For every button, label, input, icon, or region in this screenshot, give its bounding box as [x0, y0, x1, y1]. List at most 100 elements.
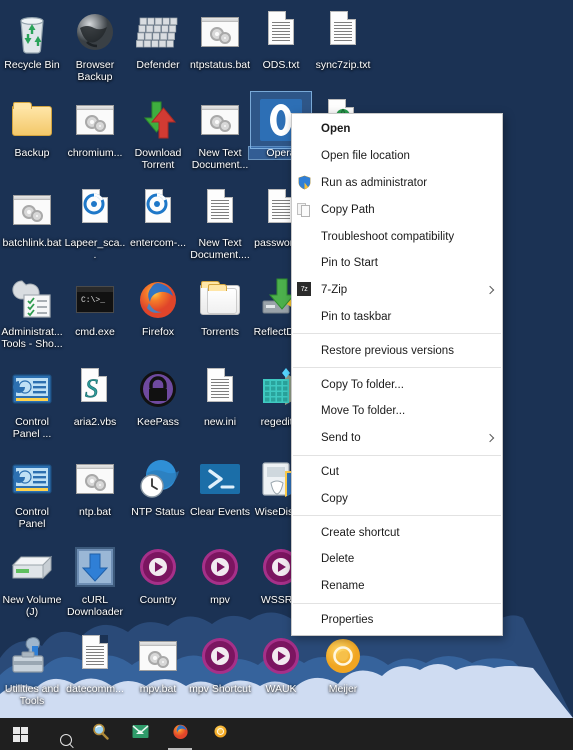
control-panel-icon [8, 365, 56, 413]
desktop-icon[interactable]: Control Panel ... [0, 365, 64, 440]
desktop-icon[interactable]: Lapeer_sca... [63, 186, 127, 261]
drive-icon [8, 543, 56, 591]
desktop-icon[interactable]: Firefox [126, 275, 190, 338]
desktop-icon[interactable]: ntpstatus.bat [188, 8, 252, 71]
context-menu-item[interactable]: Properties [292, 607, 502, 634]
context-menu-item-label: Rename [321, 580, 365, 593]
audio-doc-icon [71, 186, 119, 234]
desktop-icon[interactable]: New Text Document... [188, 96, 252, 171]
desktop-icon-label: Browser Backup [75, 59, 115, 83]
context-menu-item[interactable]: Copy [292, 485, 502, 512]
desktop[interactable]: Recycle Bin Browser Backup Defender ntpsta… [0, 0, 573, 750]
desktop-icon[interactable]: Download Torrent [126, 96, 190, 171]
magnifier-app-icon [92, 723, 109, 745]
context-menu-item-label: Copy [321, 492, 348, 505]
desktop-icon[interactable]: mpv Shortcut [188, 632, 252, 695]
chevron-right-icon [485, 433, 495, 443]
desktop-icon[interactable]: Defender [126, 8, 190, 71]
desktop-icon[interactable]: Clear Events [188, 455, 252, 518]
desktop-icon[interactable]: datecomm... [63, 632, 127, 695]
context-menu-item-label: Pin to Start [321, 257, 378, 270]
desktop-icon-label: Lapeer_sca... [64, 237, 126, 261]
bat-icon [71, 96, 119, 144]
desktop-icon-label: Utilities and Tools [4, 683, 60, 707]
desktop-icon[interactable]: sync7zip.txt [311, 8, 375, 71]
context-menu-item[interactable]: Delete [292, 546, 502, 573]
context-menu-item[interactable]: Restore previous versions [292, 337, 502, 364]
desktop-icon[interactable]: chromium... [63, 96, 127, 159]
desktop-icon[interactable]: new.ini [188, 365, 252, 428]
desktop-icon[interactable]: Control Panel [0, 455, 64, 530]
firefox-icon [134, 275, 182, 323]
context-menu-item[interactable]: Pin to taskbar [292, 304, 502, 331]
shield-icon [297, 175, 313, 191]
desktop-icon[interactable]: KeePass [126, 365, 190, 428]
context-menu-item-label: Run as administrator [321, 176, 428, 189]
chevron-right-icon [485, 285, 495, 295]
mail-button[interactable] [120, 718, 160, 750]
desktop-icon-label: Control Panel [15, 506, 49, 530]
desktop-icon[interactable]: New Text Document.... [188, 186, 252, 261]
desktop-icon[interactable]: NTP Status [126, 455, 190, 518]
desktop-icon-label: new.ini [203, 416, 237, 428]
desktop-icon-label: Defender [136, 59, 180, 71]
context-menu-item-label: Delete [321, 553, 355, 566]
keepass-icon [134, 365, 182, 413]
desktop-icon[interactable]: entercom-... [126, 186, 190, 249]
bat-icon [8, 186, 56, 234]
desktop-icon-label: KeePass [136, 416, 180, 428]
context-menu-item[interactable]: Run as administrator [292, 170, 502, 197]
desktop-icon[interactable]: C:\>_ cmd.exe [63, 275, 127, 338]
desktop-icon-label: NTP Status [131, 506, 185, 518]
context-menu-item[interactable]: Troubleshoot compatibility [292, 223, 502, 250]
desktop-icon[interactable]: Backup [0, 96, 64, 159]
bat-icon [196, 96, 244, 144]
context-menu-item[interactable]: Open file location [292, 143, 502, 170]
desktop-icon[interactable]: Utilities and Tools [0, 632, 64, 707]
context-menu-item[interactable]: Open [292, 116, 502, 143]
context-menu-item[interactable]: Rename [292, 573, 502, 600]
context-menu-item[interactable]: Copy To folder... [292, 371, 502, 398]
context-menu-item[interactable]: 7z 7-Zip [292, 277, 502, 304]
context-menu-item[interactable]: Pin to Start [292, 250, 502, 277]
context-menu-item[interactable]: Move To folder... [292, 398, 502, 425]
desktop-icon[interactable]: New Volume (J) [0, 543, 64, 618]
desktop-icon[interactable]: ntp.bat [63, 455, 127, 518]
context-menu-item[interactable]: Send to [292, 425, 502, 452]
start-button[interactable] [0, 718, 40, 750]
bat-icon [196, 8, 244, 56]
firefox-icon [171, 722, 190, 746]
desktop-icon[interactable]: Saria2.vbs [63, 365, 127, 428]
desktop-icon[interactable]: mpv [188, 543, 252, 606]
magnifier-button[interactable] [80, 718, 120, 750]
desktop-icon-label: New Text Document... [191, 147, 249, 171]
context-menu-item[interactable]: Cut [292, 459, 502, 486]
mpv-icon [257, 632, 305, 680]
desktop-icon-label: datecomm... [66, 683, 124, 695]
context-menu-item-label: Pin to taskbar [321, 310, 392, 323]
desktop-icon[interactable]: Browser Backup [63, 8, 127, 83]
desktop-icon[interactable]: WAUK [249, 632, 313, 695]
desktop-icon-label: cURL Downloader [66, 594, 124, 618]
desktop-icon[interactable]: ODS.txt [249, 8, 313, 71]
desktop-icon[interactable]: batchlink.bat [0, 186, 64, 249]
desktop-icon-label: Meijer [328, 683, 358, 695]
desktop-icon[interactable]: mpv.bat [126, 632, 190, 695]
chromium-button[interactable] [200, 718, 240, 750]
taskbar[interactable] [0, 718, 573, 750]
desktop-icon[interactable]: Meijer [311, 632, 375, 695]
context-menu-item-label: Properties [321, 613, 374, 626]
search-button[interactable] [40, 718, 80, 750]
desktop-icon[interactable]: Recycle Bin [0, 8, 64, 71]
context-menu-item[interactable]: Create shortcut [292, 519, 502, 546]
desktop-icon[interactable]: Country [126, 543, 190, 606]
mpv-icon [196, 632, 244, 680]
vbs-icon: S [71, 365, 119, 413]
text-icon [257, 8, 305, 56]
desktop-icon[interactable]: cURL Downloader [63, 543, 127, 618]
desktop-icon[interactable]: Torrents [188, 275, 252, 338]
desktop-icon[interactable]: Administrat... Tools - Sho... [0, 275, 64, 350]
context-menu-item[interactable]: Copy Path [292, 196, 502, 223]
firefox-button[interactable] [160, 718, 200, 750]
context-menu[interactable]: Open Open file location Run as administrat… [291, 113, 503, 637]
